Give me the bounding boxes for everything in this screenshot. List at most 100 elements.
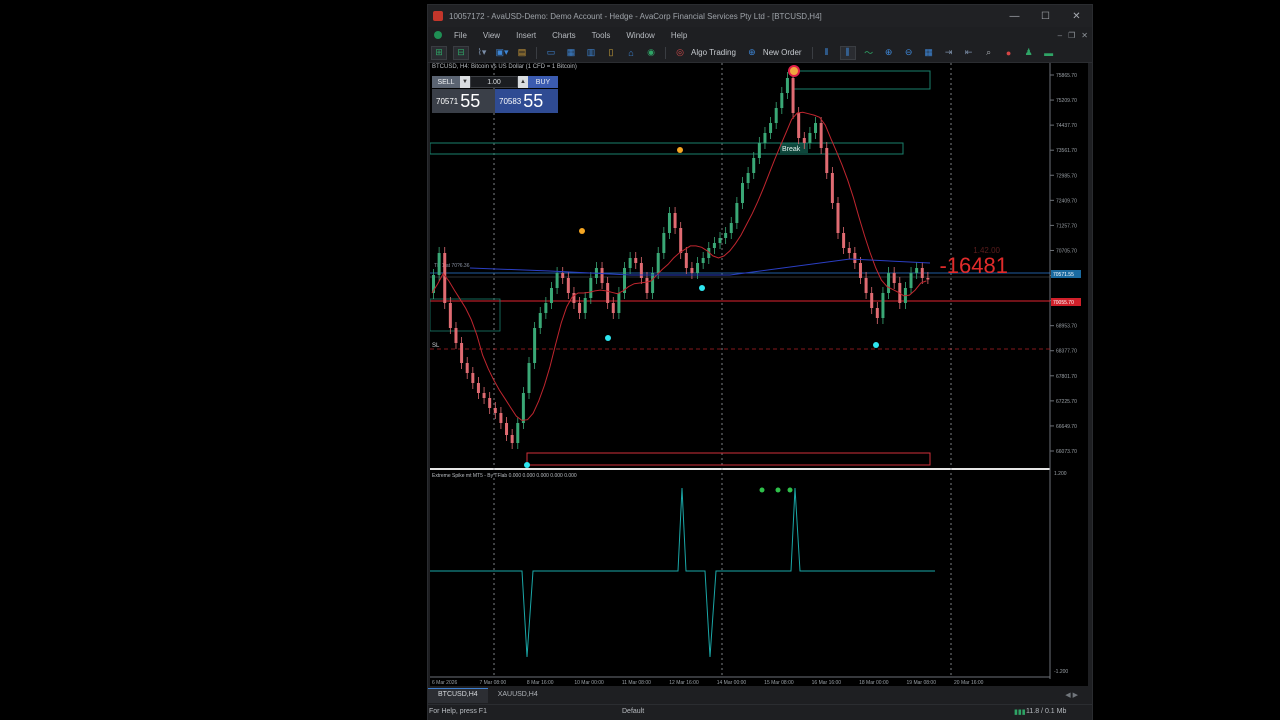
maximize-button[interactable]: ☐	[1030, 5, 1061, 27]
time-tick-label: 8 Mar 16:00	[527, 680, 554, 686]
time-tick-label: 11 Mar 08:00	[622, 680, 651, 686]
price-tick-label: 73561.70	[1056, 148, 1077, 154]
search-icon[interactable]: ⌕	[982, 47, 996, 59]
line-chart-icon[interactable]: 〜	[862, 47, 876, 59]
menu-view[interactable]: View	[475, 31, 508, 40]
account-icon[interactable]: ♟	[1022, 47, 1036, 59]
candle-body	[808, 133, 812, 143]
signal-dot	[699, 285, 705, 291]
time-tick-label: 16 Mar 16:00	[812, 680, 842, 686]
menu-help[interactable]: Help	[663, 31, 695, 40]
algo-trading-icon[interactable]: ◎	[673, 47, 687, 59]
market-watch-icon[interactable]: ▦	[564, 47, 578, 59]
doc-close-button[interactable]: ✕	[1081, 31, 1088, 40]
menu-insert[interactable]: Insert	[508, 31, 544, 40]
candlestick-icon[interactable]: ⫼	[839, 45, 856, 60]
minimize-button[interactable]: —	[999, 5, 1030, 27]
title-bar: 10057172 - AvaUSD-Demo: Demo Account - H…	[428, 5, 1092, 27]
candle-body	[690, 268, 694, 273]
volume-down-icon[interactable]: ▼	[460, 76, 470, 88]
candle-body	[476, 383, 480, 393]
one-click-trading-panel: SELL ▼ 1.00 ▲ BUY 70571 55 70583 55	[432, 76, 558, 114]
new-chart-icon[interactable]: ⊞	[431, 45, 447, 60]
new-order-button[interactable]: New Order	[763, 48, 802, 57]
price-tick-label: 75865.70	[1056, 73, 1077, 79]
tile-windows-icon[interactable]: ▦	[922, 47, 936, 59]
candle-body	[499, 413, 503, 423]
menu-window[interactable]: Window	[618, 31, 662, 40]
market-icon[interactable]: ◉	[644, 47, 658, 59]
tab-xauusd[interactable]: XAUUSD,H4	[488, 689, 548, 703]
tab-btcusd[interactable]: BTCUSD,H4	[428, 688, 488, 703]
candle-body	[881, 293, 885, 318]
candle-body	[443, 253, 447, 303]
signals-icon[interactable]: ⌂	[624, 47, 638, 59]
templates-icon[interactable]: ▤	[515, 47, 529, 59]
autoscroll-icon[interactable]: ⇤	[962, 47, 976, 59]
navigator-icon[interactable]: ▭	[544, 47, 558, 59]
data-window-icon[interactable]: ▥	[584, 47, 598, 59]
candle-body	[555, 273, 559, 288]
time-tick-label: 7 Mar 08:00	[479, 680, 506, 686]
ask-price[interactable]: 70583 55	[495, 89, 558, 113]
volume-up-icon[interactable]: ▲	[518, 76, 528, 88]
volume-input[interactable]: 1.00	[470, 76, 518, 88]
stop-price-tag-label: 70055.70	[1053, 300, 1074, 306]
strategy-tester-icon[interactable]: ▯	[604, 47, 618, 59]
chart-shift-icon[interactable]: ⇥	[942, 47, 956, 59]
signal-dot	[873, 342, 879, 348]
window-title: 10057172 - AvaUSD-Demo: Demo Account - H…	[449, 11, 822, 21]
buy-button[interactable]: BUY	[528, 76, 558, 88]
candle-body	[437, 253, 441, 275]
price-tick-label: 68377.70	[1056, 349, 1077, 355]
candle-body	[887, 273, 891, 293]
signal-strength-icon: ▬	[1044, 47, 1054, 58]
bar-chart-icon[interactable]: ⫴	[820, 47, 834, 59]
chart-type-icon[interactable]: ⌇▾	[475, 47, 489, 59]
close-button[interactable]: ✕	[1061, 5, 1092, 27]
sell-button[interactable]: SELL	[432, 76, 460, 88]
price-tick-label: 74437.70	[1056, 123, 1077, 129]
candle-body	[853, 253, 857, 263]
doc-restore-button[interactable]: ❐	[1068, 31, 1075, 40]
new-order-icon[interactable]: ⊕	[745, 47, 759, 59]
zoom-out-icon[interactable]: ⊖	[902, 47, 916, 59]
time-tick-label: 10 Mar 00:00	[574, 680, 604, 686]
menu-tools[interactable]: Tools	[584, 31, 619, 40]
candle-body	[735, 203, 739, 223]
candle-body	[909, 273, 913, 288]
chart-canvas[interactable]: 75865.70 75209.70 74437.70 73561.70 72985.70…	[429, 63, 1088, 686]
algo-trading-button[interactable]: Algo Trading	[691, 48, 736, 57]
candle-body	[482, 393, 486, 398]
candle-body	[583, 298, 587, 313]
indicators-icon[interactable]: ▣▾	[495, 47, 509, 59]
candle-body	[696, 263, 700, 273]
status-help: For Help, press F1	[429, 708, 487, 715]
candle-body	[578, 303, 582, 313]
chart-area[interactable]: 75865.70 75209.70 74437.70 73561.70 72985.70…	[429, 63, 1088, 686]
candle-body	[746, 173, 750, 183]
zoom-in-icon[interactable]: ⊕	[882, 47, 896, 59]
time-tick-label: 20 Mar 16:00	[954, 680, 984, 686]
sl-label: SL	[432, 343, 440, 349]
notifications-icon[interactable]: ●	[1002, 47, 1016, 59]
candle-body	[645, 278, 649, 293]
candle-body	[752, 158, 756, 173]
candle-body	[617, 293, 621, 313]
tab-scroll-arrows-icon[interactable]: ◀ ▶	[1065, 691, 1078, 699]
candle-body	[763, 133, 767, 143]
candle-body	[847, 248, 851, 253]
profiles-icon[interactable]: ⊟	[453, 45, 469, 60]
candle-body	[493, 408, 497, 413]
doc-minimize-button[interactable]: –	[1058, 31, 1062, 40]
connection-bars-icon: ▮▮▮	[1014, 709, 1026, 716]
time-tick-label: 18 Mar 00:00	[859, 680, 889, 686]
price-tick-label: 67801.70	[1056, 374, 1077, 380]
candle-body	[488, 398, 492, 408]
candle-body	[634, 258, 638, 263]
menu-charts[interactable]: Charts	[544, 31, 584, 40]
bid-price[interactable]: 70571 55	[432, 89, 495, 113]
chart-tabs: BTCUSD,H4 XAUUSD,H4 ◀ ▶	[428, 688, 1092, 703]
bid-price-pips: 55	[460, 90, 481, 111]
menu-file[interactable]: File	[446, 31, 475, 40]
